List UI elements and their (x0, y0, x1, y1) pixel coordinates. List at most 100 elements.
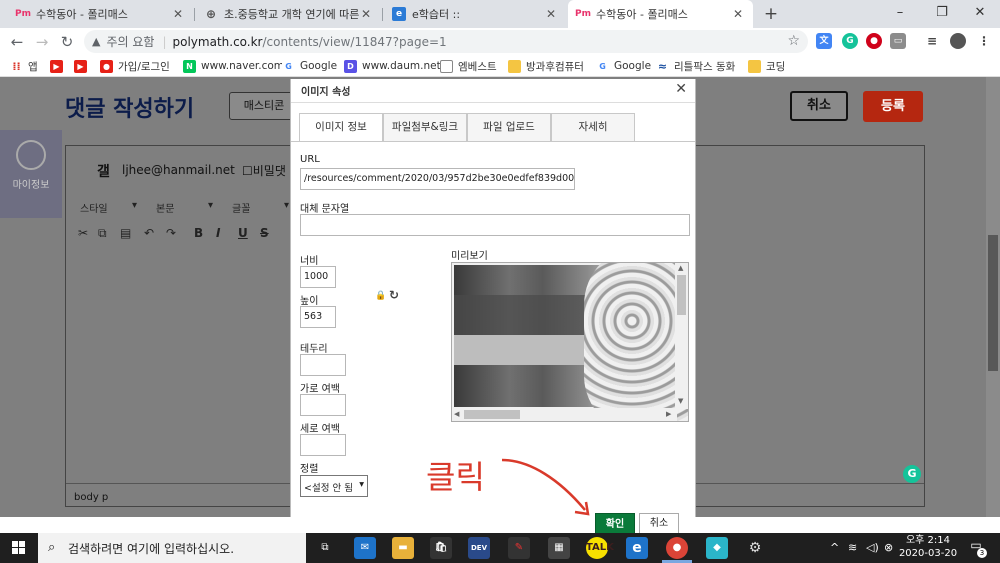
bookmark-coding[interactable]: 코딩 (748, 58, 785, 74)
redo-icon[interactable]: ↷ (166, 226, 176, 240)
format-dropdown[interactable]: 본문 (156, 200, 174, 215)
notification-center-icon[interactable]: ▭ 3 (966, 538, 987, 558)
bookmark-littlefox[interactable]: ≈ 리틀팍스 동화 (656, 58, 735, 74)
cast-extension-icon[interactable]: ▭ (890, 33, 906, 49)
tab-advanced[interactable]: 자세히 (551, 113, 635, 141)
chevron-up-icon[interactable]: ^ (830, 541, 839, 554)
submit-comment-button[interactable]: 등록 (863, 91, 923, 122)
copy-icon[interactable]: ⧉ (98, 226, 107, 241)
dev-tool-icon[interactable]: DEV (468, 537, 490, 559)
bookmark-naver[interactable]: Nwww.naver.com (183, 58, 284, 74)
address-bar[interactable]: ▲ 주의 요함 | polymath.co.kr/contents/view/1… (84, 30, 808, 53)
taskbar-search[interactable]: ⌕ 검색하려면 여기에 입력하십시오. (38, 533, 306, 563)
bookmark-google-1[interactable]: G Google (282, 58, 337, 74)
tab-file-upload[interactable]: 파일 업로드 (467, 113, 551, 141)
tab-2[interactable]: ⊕ 초.중등학교 개학 연기에 따른 온 ✕ (196, 0, 381, 28)
media-queue-icon[interactable]: ≡ (924, 33, 940, 49)
forward-arrow-icon[interactable]: → (31, 31, 53, 53)
file-explorer-icon[interactable]: ▬ (392, 537, 414, 559)
scroll-down-icon[interactable]: ▼ (678, 397, 683, 405)
store-icon[interactable]: 🛍 (430, 537, 452, 559)
menu-kebab-icon[interactable]: ⋮ (976, 33, 992, 49)
dialog-cancel-button[interactable]: 취소 (639, 513, 679, 535)
align-select[interactable]: <설정 안 됨 ▾ (300, 475, 368, 497)
translate-extension-icon[interactable]: 文 (816, 33, 832, 49)
paint-icon[interactable]: ✎ (508, 537, 530, 559)
settings-gear-icon[interactable]: ⚙ (744, 537, 766, 559)
back-arrow-icon[interactable]: ← (6, 31, 28, 53)
bookmark-youtube-2[interactable]: ▶ (74, 58, 92, 74)
security-label[interactable]: 주의 요함 (106, 33, 154, 50)
tab-3[interactable]: e e학습터 :: ✕ (384, 0, 566, 28)
bookmark-google-2[interactable]: G Google (596, 58, 651, 74)
bookmark-youtube-1[interactable]: ▶ (50, 58, 68, 74)
preview-vertical-scrollbar[interactable]: ▲ ▼ (675, 263, 688, 409)
width-input[interactable]: 1000 (300, 266, 336, 288)
preview-horizontal-scrollbar[interactable]: ◀ ▶ (452, 408, 677, 421)
undo-icon[interactable]: ↶ (144, 226, 154, 240)
chrome-icon[interactable]: ● (666, 537, 688, 559)
tab-1[interactable]: Pm 수학동아 - 폴리매스 ✕ (8, 0, 193, 28)
font-dropdown[interactable]: 글꼴 (232, 200, 250, 215)
new-tab-button[interactable]: + (760, 3, 782, 25)
chevron-down-icon[interactable]: ▾ (284, 200, 289, 211)
bookmark-login[interactable]: ● 가입/로그인 (100, 58, 170, 74)
scroll-right-icon[interactable]: ▶ (666, 410, 671, 418)
minimize-button[interactable]: – (880, 0, 920, 28)
style-dropdown[interactable]: 스타일 (80, 200, 108, 215)
edge-icon[interactable]: e (626, 537, 648, 559)
chevron-down-icon[interactable]: ▾ (132, 200, 137, 211)
volume-icon[interactable]: ◁) (866, 541, 879, 554)
close-icon[interactable]: ✕ (731, 7, 745, 21)
grammarly-extension-icon[interactable]: G (842, 33, 858, 49)
page-scrollbar[interactable] (986, 77, 1000, 517)
close-icon[interactable]: ✕ (544, 7, 558, 21)
scroll-up-icon[interactable]: ▲ (678, 264, 683, 272)
grammarly-icon[interactable]: G (903, 465, 921, 483)
hspace-input[interactable] (300, 394, 346, 416)
window-close-button[interactable]: ✕ (960, 0, 1000, 28)
emoticon-button[interactable]: 매스티콘 (229, 92, 299, 120)
bookmark-star-icon[interactable]: ☆ (787, 33, 800, 49)
windows-start-icon[interactable] (0, 533, 38, 563)
vspace-input[interactable] (300, 434, 346, 456)
bold-button[interactable]: B (194, 226, 203, 240)
mail-icon[interactable]: ✉ (354, 537, 376, 559)
reset-size-icon[interactable]: ↻ (389, 288, 399, 302)
bookmark-apps[interactable]: ⁞⁞ 앱 (10, 58, 37, 74)
strike-button[interactable]: S (260, 226, 269, 240)
bookmark-daum[interactable]: Dwww.daum.net (344, 58, 441, 74)
profile-avatar[interactable] (950, 33, 966, 49)
height-input[interactable]: 563 (300, 306, 336, 328)
wifi-icon[interactable]: ≋ (848, 541, 857, 554)
tab-image-info[interactable]: 이미지 정보 (299, 113, 383, 142)
chevron-down-icon[interactable]: ▾ (208, 200, 213, 211)
cancel-comment-button[interactable]: 취소 (790, 91, 848, 121)
calculator-icon[interactable]: ▦ (548, 537, 570, 559)
close-icon[interactable]: ✕ (675, 81, 687, 97)
tab-4-active[interactable]: Pm 수학동아 - 폴리매스 ✕ (568, 0, 753, 28)
tab-attach-link[interactable]: 파일첨부&링크 (383, 113, 467, 141)
bookmark-mbest[interactable]: 엠베스트 (440, 58, 497, 74)
italic-button[interactable]: I (216, 226, 220, 240)
lock-ratio-icon[interactable]: 🔒 (375, 291, 386, 301)
task-view-icon[interactable]: ⧉ (314, 537, 336, 559)
clock[interactable]: 오후 2:14 2020-03-20 (898, 534, 958, 560)
paste-icon[interactable]: ▤ (120, 226, 131, 240)
secret-comment-checkbox[interactable]: ☐비밀댓 (242, 162, 286, 179)
scrollbar-thumb[interactable] (677, 275, 686, 315)
underline-button[interactable]: U (238, 226, 248, 240)
kakaotalk-icon[interactable]: TALK (586, 537, 614, 559)
network-off-icon[interactable]: ⊗ (884, 541, 893, 554)
bookmark-afterschool[interactable]: 방과후컴퓨터 (508, 58, 584, 74)
my-info-panel[interactable]: 마이정보 (0, 130, 62, 218)
scroll-left-icon[interactable]: ◀ (454, 410, 459, 418)
close-icon[interactable]: ✕ (171, 7, 185, 21)
adblock-extension-icon[interactable]: ● (866, 33, 882, 49)
cut-icon[interactable]: ✂ (78, 226, 88, 240)
reload-icon[interactable]: ↻ (56, 31, 78, 53)
warning-triangle-icon[interactable]: ▲ (92, 35, 100, 48)
alt-text-input[interactable] (300, 214, 690, 236)
scrollbar-thumb[interactable] (988, 235, 998, 371)
url-input[interactable]: /resources/comment/2020/03/957d2be30e0ed… (300, 168, 575, 190)
